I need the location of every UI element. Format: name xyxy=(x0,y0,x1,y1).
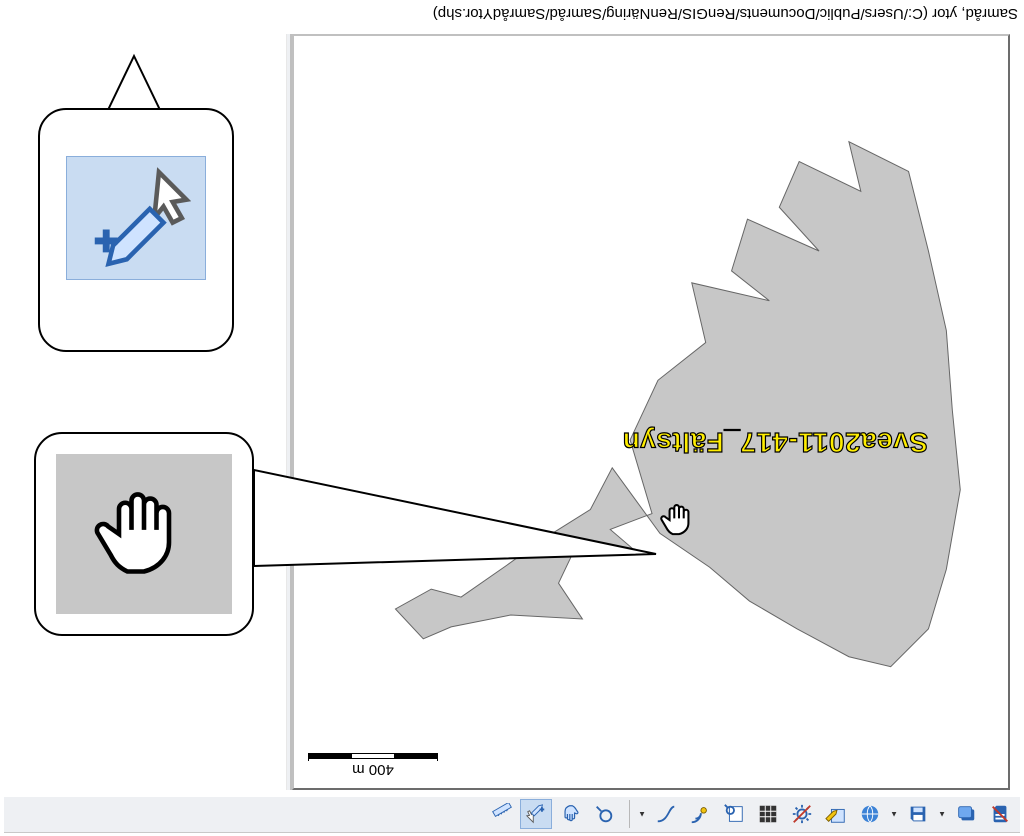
callout-leader-2 xyxy=(104,56,164,116)
app-root: Samråd, ytor (C:/Users/Public/Documents/… xyxy=(0,0,1024,836)
dropdown-arrow-icon[interactable]: ▲ xyxy=(936,800,948,830)
toolbar: ▲ ▲ ▲ xyxy=(4,797,1020,833)
zoom-icon[interactable] xyxy=(588,800,620,830)
find-layer-icon[interactable] xyxy=(718,800,750,830)
grid-icon[interactable] xyxy=(752,800,784,830)
globe-icon[interactable] xyxy=(854,800,886,830)
callout-cursor-enlarged xyxy=(34,432,254,636)
callout-cursor-content xyxy=(56,454,232,614)
callout-leader-1 xyxy=(236,446,656,566)
save-icon[interactable] xyxy=(902,800,934,830)
feature-label: Svea2011-417_Fältsyn xyxy=(622,426,928,458)
pan-hand-icon[interactable] xyxy=(554,800,586,830)
measure-icon[interactable] xyxy=(486,800,518,830)
callout-toolbar-button-content xyxy=(66,156,206,280)
select-edit-vertex-icon[interactable] xyxy=(520,800,552,830)
scroll-annotate-icon[interactable] xyxy=(984,800,1016,830)
curve-icon[interactable] xyxy=(650,800,682,830)
hand-cursor-enlarged-icon xyxy=(94,474,194,594)
toolbar-separator xyxy=(626,801,630,829)
layers-gear-icon[interactable] xyxy=(786,800,818,830)
stack-icon[interactable] xyxy=(950,800,982,830)
callout-toolbar-button xyxy=(38,108,234,352)
window-title-text: Samråd, ytor (C:/Users/Public/Documents/… xyxy=(433,6,1018,23)
edit-layer-icon[interactable] xyxy=(820,800,852,830)
dropdown-arrow-icon[interactable]: ▲ xyxy=(636,800,648,830)
gps-satellite-icon[interactable] xyxy=(684,800,716,830)
window-title: Samråd, ytor (C:/Users/Public/Documents/… xyxy=(6,2,1018,26)
select-edit-vertex-enlarged-icon xyxy=(81,163,191,273)
hand-cursor-icon xyxy=(660,498,698,542)
dropdown-arrow-icon[interactable]: ▲ xyxy=(888,800,900,830)
